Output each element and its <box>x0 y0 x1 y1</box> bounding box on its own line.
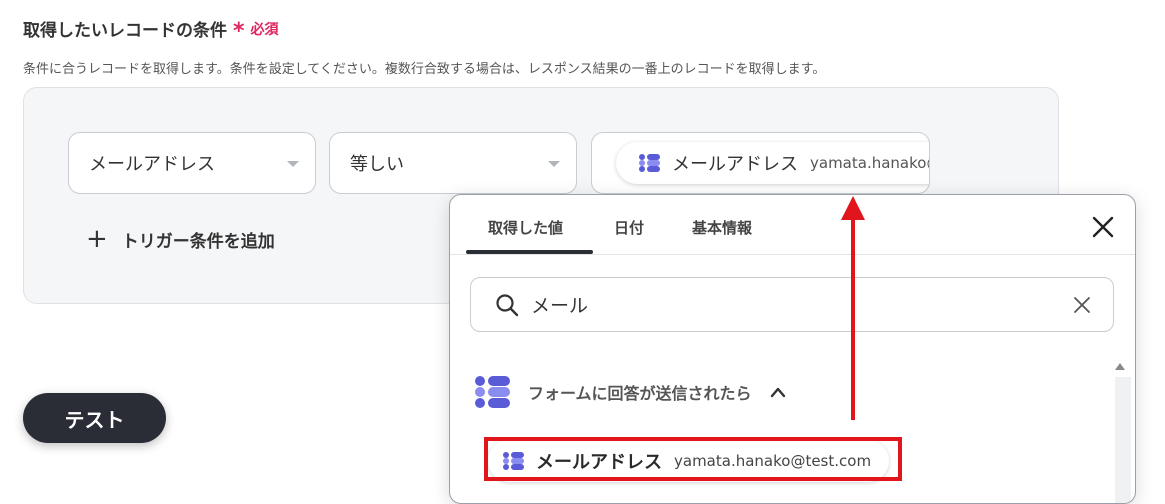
annotation-arrow <box>841 196 865 420</box>
value-chip[interactable]: メールアドレス yamata.hanako@test.com <box>616 142 929 184</box>
section-description: 条件に合うレコードを取得します。条件を設定してください。複数行合致する場合は、レ… <box>23 62 826 77</box>
popup-tabs: 取得した値 日付 基本情報 <box>466 195 1135 255</box>
field-select[interactable]: メールアドレス <box>68 132 316 194</box>
value-field[interactable]: メールアドレス yamata.hanako@test.com <box>591 132 930 194</box>
chevron-down-icon <box>548 161 560 167</box>
scrollbar-track[interactable] <box>1115 377 1131 503</box>
required-label: 必須 <box>250 21 279 38</box>
form-submission-group-label: フォームに回答が送信されたら <box>528 384 752 403</box>
required-star: * <box>233 18 245 44</box>
scroll-up-arrow[interactable] <box>1115 363 1125 370</box>
form-field-icon <box>639 154 660 172</box>
search-icon <box>496 293 519 316</box>
tab-basic-info[interactable]: 基本情報 <box>692 217 752 238</box>
value-chip-value: yamata.hanako@test.com <box>810 154 929 172</box>
tab-divider <box>450 254 1135 255</box>
close-icon[interactable] <box>1091 215 1115 239</box>
add-trigger-label: トリガー条件を追加 <box>121 231 275 252</box>
section-title: 取得したいレコードの条件 * 必須 <box>23 16 279 44</box>
form-group-icon <box>475 376 510 408</box>
add-trigger-button[interactable]: + トリガー条件を追加 <box>86 226 275 252</box>
operator-select-value: 等しい <box>350 154 404 175</box>
search-input[interactable] <box>529 292 1033 317</box>
clear-search-icon[interactable] <box>1073 296 1091 314</box>
tab-acquired-values[interactable]: 取得した値 <box>488 217 563 238</box>
section-title-text: 取得したいレコードの条件 <box>23 21 227 41</box>
value-chip-label: メールアドレス <box>672 154 798 175</box>
operator-select[interactable]: 等しい <box>329 132 577 194</box>
chevron-down-icon <box>287 161 299 167</box>
tab-date[interactable]: 日付 <box>614 217 644 238</box>
plus-icon: + <box>86 224 108 254</box>
chevron-up-icon <box>770 387 785 398</box>
test-button[interactable]: テスト <box>23 393 166 443</box>
search-box[interactable] <box>470 277 1114 332</box>
form-submission-group[interactable]: フォームに回答が送信されたら <box>474 375 786 409</box>
field-select-value: メールアドレス <box>89 154 215 175</box>
highlight-box <box>484 437 902 481</box>
